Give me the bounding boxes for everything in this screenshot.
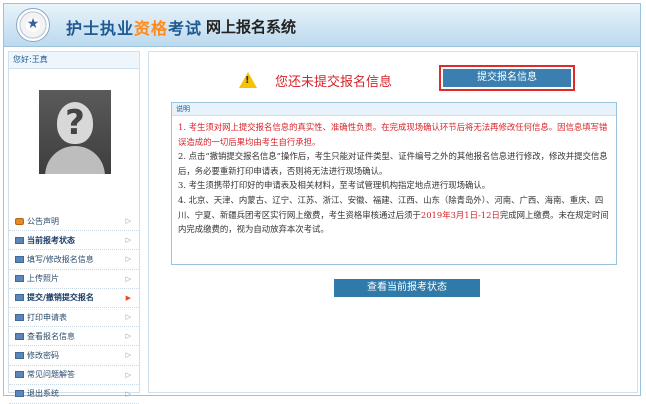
sidebar-item-label: 提交/撤销提交报名 [27,293,94,303]
main-panel: ! 您还未提交报名信息 提交报名信息 说明 1. 考生须对网上提交报名信息的真实… [148,51,638,393]
notice-item-4: 4. 北京、天津、内蒙古、辽宁、江苏、浙江、安徽、福建、江西、山东（除青岛外）、… [178,193,610,237]
user-greeting: 您好:王真 [9,52,139,69]
sidebar-menu: 公告声明 ▷ 当前报考状态 ▷ 填写/修改报名信息 ▷ 上传照片 ▷ 提交/撤销… [9,212,139,404]
chevron-right-icon: ▷ [125,332,131,341]
sidebar-item-current-status[interactable]: 当前报考状态 ▷ [9,231,139,251]
sidebar-item-label: 修改密码 [27,350,59,360]
sidebar-item-label: 当前报考状态 [27,235,75,245]
notice-box: 说明 1. 考生须对网上提交报名信息的真实性、准确性负责。在完成现场确认环节后将… [171,102,617,265]
star-icon: ★ [26,16,40,32]
doc-icon [15,255,24,263]
sidebar-item-upload-photo[interactable]: 上传照片 ▷ [9,270,139,289]
sidebar-item-change-password[interactable]: 修改密码 ▷ [9,346,139,366]
title-highlight: 资格 [134,19,169,38]
sidebar-item-label: 打印申请表 [27,312,67,322]
sidebar-item-edit-info[interactable]: 填写/修改报名信息 ▷ [9,250,139,270]
chevron-right-icon: ▷ [125,236,131,245]
submit-registration-button[interactable]: 提交报名信息 [439,65,575,91]
chevron-right-icon: ▷ [125,274,131,283]
avatar: ? [39,90,111,174]
chevron-right-icon: ▷ [125,389,131,398]
sidebar-item-faq[interactable]: 常见问题解答 ▷ [9,366,139,385]
system-subtitle: 网上报名系统 [206,18,297,36]
sidebar-item-label: 填写/修改报名信息 [27,254,94,264]
sidebar-item-label: 常见问题解答 [27,370,75,380]
chevron-right-icon: ▶ [125,293,131,302]
title-part1: 护士执业 [66,19,135,38]
notice-item-1: 1. 考生须对网上提交报名信息的真实性、准确性负责。在完成现场确认环节后将无法再… [178,122,608,147]
warning-icon: ! [239,72,257,88]
page-frame: ★ 护士执业资格考试 网上报名系统 您好:王真 ? 公告声明 ▷ 当前报考状态 … [3,3,641,404]
doc-icon [15,294,24,302]
view-status-button[interactable]: 查看当前报考状态 [334,279,480,297]
doc-icon [15,390,24,398]
chevron-right-icon: ▷ [125,217,131,225]
notice-item-2: 2. 点击“撤销提交报名信息”操作后，考生只能对证件类型、证件编号之外的其他报名… [178,151,608,176]
doc-icon [15,275,24,283]
sidebar-item-announcement[interactable]: 公告声明 ▷ [9,212,139,232]
sidebar-item-view-info[interactable]: 查看报名信息 ▷ [9,327,139,347]
logo-icon: ★ [16,8,50,42]
notice-body: 1. 考生须对网上提交报名信息的真实性、准确性负责。在完成现场确认环节后将无法再… [172,116,616,237]
sidebar-item-label: 查看报名信息 [27,331,75,341]
doc-icon [15,313,24,321]
notice-item-3: 3. 考生须携带打印好的申请表及相关材料，至考试管理机构指定地点进行现场确认。 [178,180,491,191]
sidebar-item-label: 退出系统 [27,389,59,399]
doc-icon [15,371,24,379]
title-part2: 考试 [168,19,203,38]
payment-date-range: 2019年3月1日-12日 [420,209,500,220]
sidebar-item-label: 上传照片 [27,274,59,284]
sidebar-item-print-form[interactable]: 打印申请表 ▷ [9,308,139,328]
doc-icon [15,351,24,359]
chevron-right-icon: ▷ [125,255,131,264]
question-mark-icon: ? [65,103,85,143]
chevron-right-icon: ▷ [125,312,131,321]
notice-title: 说明 [172,103,616,116]
warning-message: 您还未提交报名信息 [275,74,393,90]
system-title: 护士执业资格考试 [66,15,202,39]
submit-button-label: 提交报名信息 [443,69,571,87]
sidebar-item-label: 公告声明 [27,216,59,226]
warning-row: ! 您还未提交报名信息 [239,68,392,92]
bell-icon [15,217,24,225]
header-banner: ★ 护士执业资格考试 网上报名系统 [4,4,640,47]
chevron-right-icon: ▷ [125,370,131,379]
avatar-body-shape [45,146,105,174]
doc-icon [15,332,24,340]
doc-icon [15,236,24,244]
chevron-right-icon: ▷ [125,351,131,360]
sidebar-item-submit-revoke[interactable]: 提交/撤销提交报名 ▶ [9,289,139,308]
sidebar: 您好:王真 ? 公告声明 ▷ 当前报考状态 ▷ 填写/修改报名信息 ▷ 上传照片… [8,51,140,404]
